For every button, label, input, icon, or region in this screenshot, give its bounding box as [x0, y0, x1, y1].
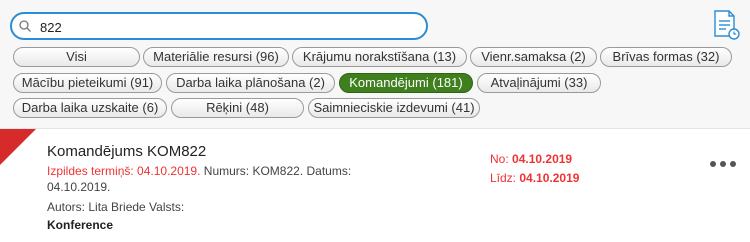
divider	[0, 128, 750, 129]
filter-chip-brivas-formas[interactable]: Brīvas formas (32)	[600, 47, 732, 67]
filter-chip-komandejumi[interactable]: Komandējumi (181)	[339, 73, 473, 93]
filter-chip-rekini[interactable]: Rēķini (48)	[171, 98, 304, 118]
filter-chip-krajumu-norakstisana[interactable]: Krājumu norakstīšana (13)	[292, 47, 467, 67]
search-icon	[19, 20, 31, 32]
item-purpose: Konference	[47, 218, 114, 232]
document-report-icon[interactable]	[712, 10, 740, 40]
priority-corner-flag	[0, 129, 36, 165]
search-input[interactable]	[40, 18, 400, 36]
filter-chip-saimnieciskie-izdevumi[interactable]: Saimnieciskie izdevumi (41)	[308, 98, 480, 118]
date-from-label: No:	[490, 152, 509, 166]
item-author: Autors: Lita Briede Valsts:	[47, 200, 185, 214]
filter-chip-vienr-samaksa[interactable]: Vienr.samaksa (2)	[470, 47, 597, 67]
number-text: Numurs: KOM822. Datums:	[203, 164, 352, 178]
filter-chip-darba-laika-planosana[interactable]: Darba laika plānošana (2)	[166, 73, 335, 93]
more-options-icon[interactable]	[708, 158, 738, 170]
filter-chip-atvalinajumi[interactable]: Atvaļinājumi (33)	[477, 73, 601, 93]
filter-chip-darba-laika-uzskaite[interactable]: Darba laika uzskaite (6)	[13, 98, 167, 118]
date-from: No: 04.10.2019	[490, 152, 572, 166]
filter-chip-macibu-pieteikumi[interactable]: Mācību pieteikumi (91)	[13, 73, 162, 93]
date-to-value: 04.10.2019	[519, 171, 580, 185]
date-to-label: Līdz:	[490, 171, 517, 185]
item-date: 04.10.2019.	[47, 180, 111, 194]
item-meta-line-1: Izpildes termiņš: 04.10.2019. Numurs: KO…	[47, 164, 352, 178]
date-to: Līdz: 04.10.2019	[490, 171, 579, 185]
filter-panel: Visi Materiālie resursi (96) Krājumu nor…	[0, 0, 750, 128]
deadline-value: 04.10.2019	[137, 164, 198, 178]
filter-chip-visi[interactable]: Visi	[13, 47, 140, 67]
item-title[interactable]: Komandējums KOM822	[47, 143, 206, 160]
filter-chip-materialie-resursi[interactable]: Materiālie resursi (96)	[143, 47, 289, 67]
search-box[interactable]	[10, 12, 428, 40]
deadline-label: Izpildes termiņš:	[47, 164, 134, 178]
date-from-value: 04.10.2019	[512, 152, 573, 166]
